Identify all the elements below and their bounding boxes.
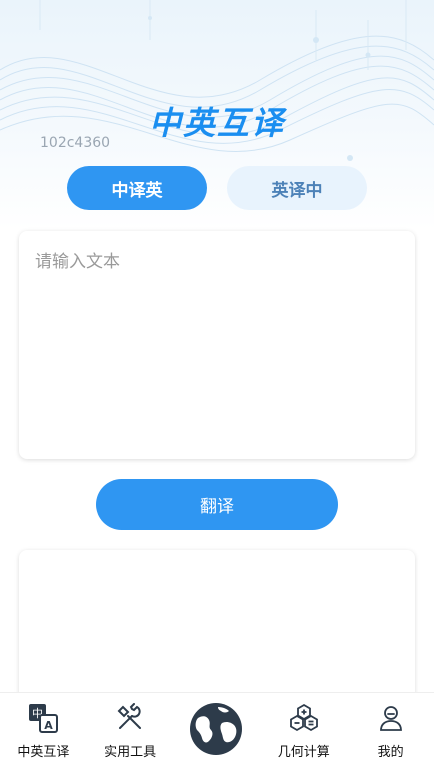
- tab-tools-label: 实用工具: [104, 745, 157, 760]
- user-icon: [376, 703, 406, 733]
- tab-geometry-label: 几何计算: [277, 745, 330, 760]
- geometry-calc-icon: [289, 703, 319, 733]
- tab-profile-label: 我的: [377, 745, 404, 760]
- tools-icon: [115, 703, 145, 733]
- translate-icon: 中 A: [28, 703, 59, 733]
- tab-geometry[interactable]: 几何计算: [261, 693, 347, 760]
- mode-zh-to-en-button[interactable]: 中译英: [67, 166, 207, 210]
- source-text-input[interactable]: [19, 231, 415, 459]
- translate-button[interactable]: 翻译: [96, 479, 338, 530]
- tab-translate-label: 中英互译: [17, 745, 70, 760]
- mode-en-to-zh-button[interactable]: 英译中: [227, 166, 367, 210]
- build-code: 102c4360: [40, 135, 111, 151]
- svg-text:A: A: [45, 719, 54, 732]
- tab-tools[interactable]: 实用工具: [87, 693, 173, 760]
- translation-output: [19, 550, 415, 582]
- globe-icon[interactable]: [188, 701, 244, 757]
- tab-translate[interactable]: 中 A 中英互译: [0, 693, 86, 760]
- tab-profile[interactable]: 我的: [348, 693, 434, 760]
- input-card: [19, 231, 415, 459]
- output-card: [19, 550, 415, 710]
